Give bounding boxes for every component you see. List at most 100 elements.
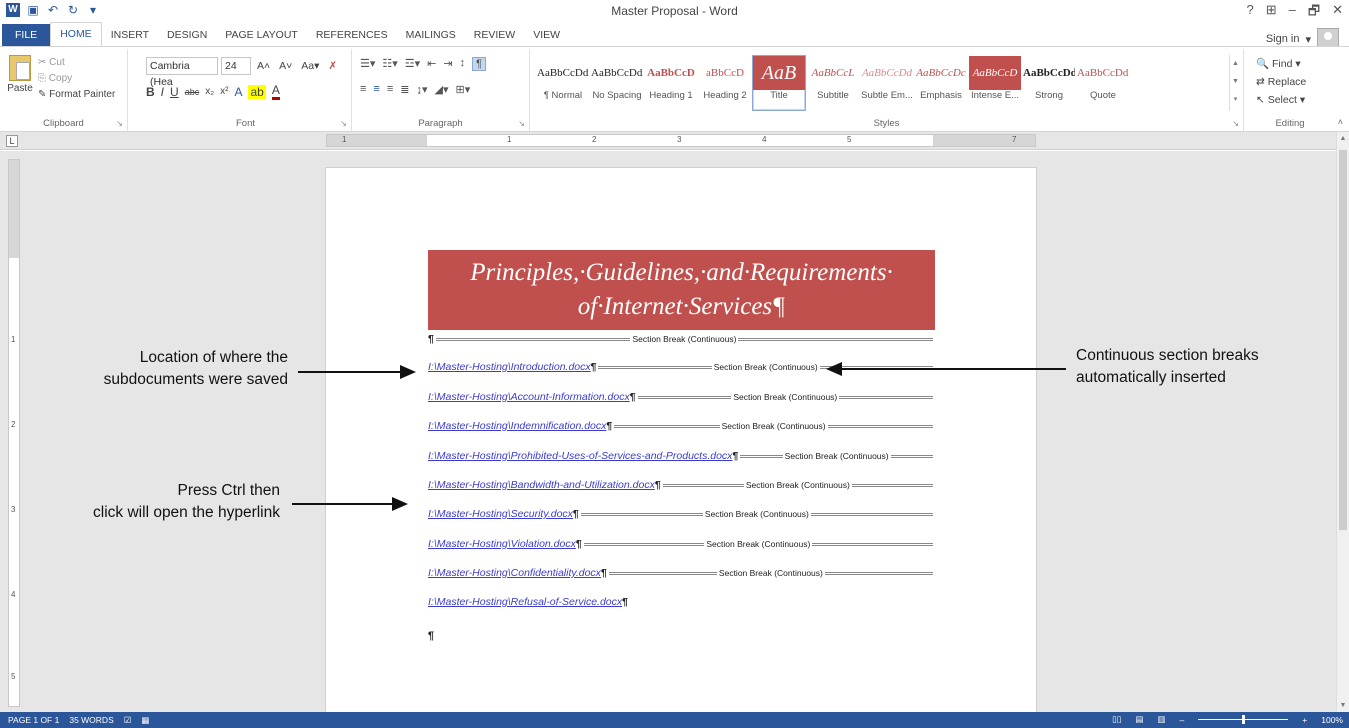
- vertical-scrollbar[interactable]: ▲ ▼: [1336, 132, 1349, 712]
- zoom-in-icon[interactable]: +: [1302, 715, 1307, 725]
- pilcrow: ¶: [590, 361, 597, 373]
- help-icon[interactable]: ?: [1247, 2, 1254, 24]
- subdocument-link[interactable]: I:\Master-Hosting\Bandwidth-and-Utilizat…: [428, 479, 655, 491]
- format-painter-button[interactable]: ✎ Format Painter: [38, 87, 115, 103]
- font-name-combo[interactable]: Cambria (Hea: [146, 57, 218, 88]
- line-spacing-icon[interactable]: ↨▾: [416, 83, 427, 96]
- paste-button[interactable]: Paste: [6, 55, 34, 94]
- decrease-indent-icon[interactable]: ⇤: [427, 57, 436, 71]
- vertical-ruler[interactable]: 1 2 3 4 5: [8, 159, 20, 707]
- document-page[interactable]: Principles,·Guidelines,·and·Requirements…: [325, 167, 1037, 727]
- sort-icon[interactable]: ↕: [460, 57, 466, 71]
- zoom-level[interactable]: 100%: [1321, 715, 1343, 725]
- find-button[interactable]: 🔍 Find ▾: [1256, 55, 1306, 73]
- tab-references[interactable]: REFERENCES: [307, 24, 397, 46]
- subdocument-link[interactable]: I:\Master-Hosting\Violation.docx: [428, 538, 576, 550]
- style-subtitle[interactable]: AaBbCcL Subtitle: [806, 55, 860, 111]
- strikethrough-icon[interactable]: abc: [185, 87, 200, 97]
- subdocument-link[interactable]: I:\Master-Hosting\Security.docx: [428, 508, 573, 520]
- web-layout-icon[interactable]: ▥: [1158, 714, 1166, 725]
- style-subtle-emphasis[interactable]: AaBbCcDd Subtle Em...: [860, 55, 914, 111]
- text-effects-icon[interactable]: A: [234, 85, 242, 99]
- subdocument-link[interactable]: I:\Master-Hosting\Introduction.docx: [428, 361, 591, 373]
- change-case-icon[interactable]: Aa▾: [298, 60, 322, 72]
- style-quote[interactable]: AaBbCcDdI Quote: [1076, 55, 1130, 111]
- borders-icon[interactable]: ⊞▾: [456, 83, 471, 96]
- style-heading-1[interactable]: AaBbCcD Heading 1: [644, 55, 698, 111]
- copy-button[interactable]: ⎘ Copy: [38, 71, 115, 87]
- scroll-down-icon[interactable]: ▼: [1337, 702, 1349, 709]
- minimize-icon[interactable]: –: [1289, 2, 1296, 24]
- font-color-icon[interactable]: A: [271, 83, 280, 100]
- tab-home[interactable]: HOME: [50, 22, 102, 46]
- subdocument-link[interactable]: I:\Master-Hosting\Account-Information.do…: [428, 391, 630, 403]
- tab-design[interactable]: DESIGN: [158, 24, 216, 46]
- style-normal[interactable]: AaBbCcDdi ¶ Normal: [536, 55, 590, 111]
- tab-review[interactable]: REVIEW: [465, 24, 524, 46]
- style-heading-2[interactable]: aBbCcD Heading 2: [698, 55, 752, 111]
- cut-button[interactable]: ✂ Cut: [38, 55, 115, 71]
- shading-icon[interactable]: ◢▾: [435, 83, 449, 96]
- style-title[interactable]: AaB Title: [752, 55, 806, 111]
- superscript-icon[interactable]: x²: [220, 86, 228, 97]
- style-emphasis[interactable]: AaBbCcDc Emphasis: [914, 55, 968, 111]
- font-size-combo[interactable]: 24: [221, 57, 251, 75]
- print-layout-icon[interactable]: ▤: [1135, 714, 1143, 725]
- sign-in-label[interactable]: Sign in: [1266, 33, 1300, 45]
- tab-view[interactable]: VIEW: [524, 24, 569, 46]
- numbering-icon[interactable]: ☷▾: [382, 57, 397, 71]
- scroll-thumb[interactable]: [1339, 150, 1347, 530]
- dialog-launcher-icon[interactable]: ↘: [1232, 119, 1239, 128]
- subdocument-link[interactable]: I:\Master-Hosting\Confidentiality.docx: [428, 567, 601, 579]
- underline-icon[interactable]: U: [170, 85, 179, 99]
- ribbon-display-icon[interactable]: ⊞: [1266, 2, 1277, 24]
- subdocument-link[interactable]: I:\Master-Hosting\Prohibited-Uses-of-Ser…: [428, 450, 732, 462]
- close-icon[interactable]: ✕: [1332, 2, 1343, 24]
- zoom-out-icon[interactable]: –: [1180, 715, 1185, 725]
- tab-insert[interactable]: INSERT: [102, 24, 158, 46]
- multilevel-list-icon[interactable]: ☲▾: [405, 57, 420, 71]
- proofing-icon[interactable]: ☑: [124, 715, 132, 726]
- shrink-font-icon[interactable]: A˅: [276, 60, 295, 72]
- style-no-spacing[interactable]: AaBbCcDdi No Spacing: [590, 55, 644, 111]
- subscript-icon[interactable]: x₂: [205, 86, 214, 97]
- style-intense-emphasis[interactable]: AaBbCcD Intense E...: [968, 55, 1022, 111]
- bold-icon[interactable]: B: [146, 85, 155, 99]
- style-name: Quote: [1090, 90, 1116, 101]
- zoom-slider[interactable]: [1198, 715, 1289, 724]
- dialog-launcher-icon[interactable]: ↘: [116, 119, 123, 128]
- subdocument-link[interactable]: I:\Master-Hosting\Refusal-of-Service.doc…: [428, 596, 622, 608]
- style-strong[interactable]: AaBbCcDd Strong: [1022, 55, 1076, 111]
- bullets-icon[interactable]: ☰▾: [360, 57, 375, 71]
- macro-record-icon[interactable]: ▦: [141, 715, 149, 726]
- read-mode-icon[interactable]: ▯▯: [1112, 714, 1121, 725]
- replace-button[interactable]: ⇄ Replace: [1256, 73, 1306, 91]
- styles-gallery-scroll[interactable]: ▲ ▼ ▾: [1229, 55, 1241, 111]
- align-left-icon[interactable]: ≡: [360, 83, 366, 96]
- italic-icon[interactable]: I: [161, 85, 164, 99]
- tab-mailings[interactable]: MAILINGS: [397, 24, 465, 46]
- dialog-launcher-icon[interactable]: ↘: [340, 119, 347, 128]
- grow-font-icon[interactable]: A˄: [254, 60, 273, 72]
- scroll-up-icon[interactable]: ▲: [1337, 135, 1349, 142]
- replace-label: Replace: [1267, 76, 1307, 88]
- word-count[interactable]: 35 WORDS: [69, 715, 113, 726]
- subdocument-link[interactable]: I:\Master-Hosting\Indemnification.docx: [428, 420, 606, 432]
- increase-indent-icon[interactable]: ⇥: [443, 57, 452, 71]
- page-count[interactable]: PAGE 1 OF 1: [8, 715, 59, 726]
- tab-file[interactable]: FILE: [2, 24, 51, 46]
- document-title[interactable]: Principles,·Guidelines,·and·Requirements…: [428, 250, 935, 330]
- restore-icon[interactable]: 🗗: [1308, 2, 1320, 24]
- select-button[interactable]: ↖ Select ▾: [1256, 91, 1306, 109]
- align-center-icon[interactable]: ≡: [373, 83, 379, 96]
- justify-icon[interactable]: ≣: [400, 83, 409, 96]
- collapse-ribbon-icon[interactable]: ˄: [1338, 117, 1343, 127]
- horizontal-ruler[interactable]: 1 1 2 3 4 5 7: [326, 134, 1036, 147]
- clear-formatting-icon[interactable]: ✗: [325, 60, 340, 72]
- highlight-icon[interactable]: ab: [248, 84, 266, 99]
- tab-selector[interactable]: L: [6, 135, 18, 147]
- show-formatting-icon[interactable]: ¶: [472, 57, 487, 71]
- dialog-launcher-icon[interactable]: ↘: [518, 119, 525, 128]
- tab-page-layout[interactable]: PAGE LAYOUT: [216, 24, 307, 46]
- align-right-icon[interactable]: ≡: [387, 83, 393, 96]
